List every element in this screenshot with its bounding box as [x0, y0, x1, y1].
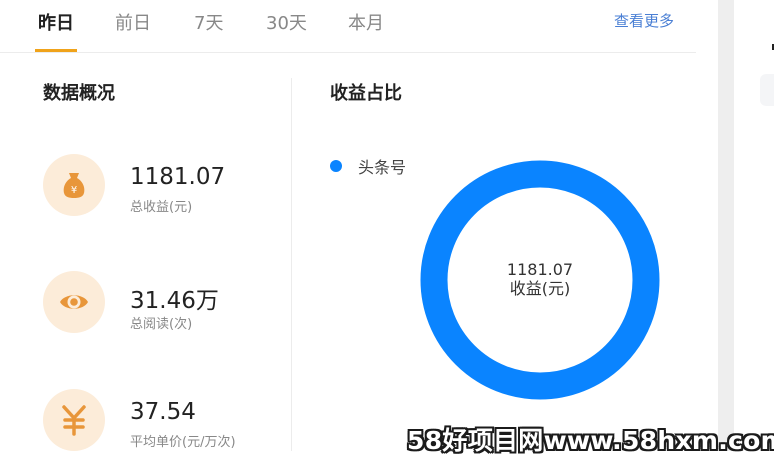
legend-marker	[330, 160, 342, 172]
panel-gap	[718, 0, 734, 451]
tab-30-days[interactable]: 30天	[266, 11, 307, 41]
svg-text:¥: ¥	[71, 185, 77, 196]
tab-label: 30天	[266, 13, 307, 34]
revenue-card: 昨日 前日 7天 30天 本月 查看更多 数据概况 ¥ 1181.07 总收益(…	[0, 0, 718, 451]
site-watermark: 58好项目网www.58hxm.com	[407, 426, 774, 455]
tab-label: 7天	[194, 13, 224, 34]
stat-label: 总收益(元)	[130, 200, 193, 215]
view-more-link[interactable]: 查看更多	[614, 10, 674, 31]
date-range-tabs: 昨日 前日 7天 30天 本月 查看更多	[0, 0, 696, 53]
overview-title: 数据概况	[43, 83, 115, 104]
adjacent-card-block	[760, 74, 774, 106]
tab-day-before[interactable]: 前日	[115, 11, 151, 41]
tab-label: 前日	[115, 13, 151, 34]
legend-label: 头条号	[358, 158, 407, 177]
stat-avg-unit-price: 37.54 平均单价(元/万次)	[43, 389, 283, 451]
stat-total-revenue: ¥ 1181.07 总收益(元)	[43, 154, 283, 216]
donut-center-value: 1181.07	[506, 260, 574, 279]
stat-label: 平均单价(元/万次)	[130, 435, 236, 450]
tab-this-month[interactable]: 本月	[348, 11, 384, 41]
section-divider	[291, 78, 292, 451]
share-title: 收益占比	[330, 83, 402, 104]
yuan-icon	[43, 389, 105, 451]
tab-yesterday[interactable]: 昨日	[35, 11, 77, 52]
stat-label: 总阅读(次)	[130, 317, 193, 332]
donut-center-caption: 收益(元)	[509, 279, 571, 298]
tab-label: 昨日	[38, 13, 74, 34]
eye-icon	[43, 271, 105, 333]
stat-value: 37.54	[130, 399, 196, 425]
stat-value: 1181.07	[130, 164, 226, 190]
money-bag-icon: ¥	[43, 154, 105, 216]
active-tab-indicator	[35, 49, 77, 52]
tab-7-days[interactable]: 7天	[194, 11, 223, 41]
tab-label: 本月	[348, 13, 384, 34]
donut-center-label: 1181.07 收益(元)	[420, 260, 660, 298]
stat-value: 31.46万	[130, 288, 219, 314]
adjacent-card-edge	[734, 0, 774, 451]
stat-total-reads: 31.46万 总阅读(次)	[43, 271, 283, 333]
